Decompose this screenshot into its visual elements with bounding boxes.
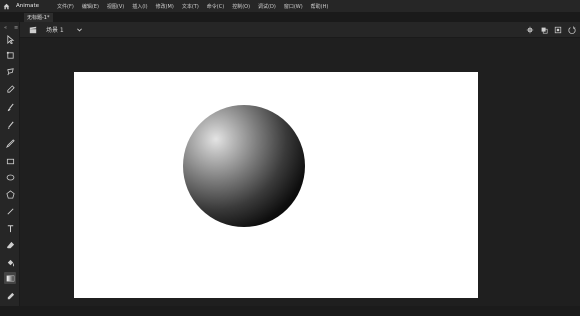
home-icon[interactable] (0, 0, 12, 12)
document-tab[interactable]: 无标题-1* (24, 13, 53, 22)
selection-tool-icon[interactable] (4, 33, 16, 45)
text-tool-icon[interactable] (4, 222, 16, 234)
tools-panel: « ≡ (0, 22, 20, 316)
pencil-tool-icon[interactable] (4, 137, 16, 149)
gradient-transform-tool-icon[interactable] (4, 272, 16, 284)
line-tool-icon[interactable] (4, 205, 16, 217)
eraser-tool-icon[interactable] (4, 239, 16, 251)
edit-symbol-icon[interactable] (539, 25, 548, 34)
app-name: Animate (16, 3, 40, 9)
pen-tool-icon[interactable] (4, 83, 16, 95)
menu-text[interactable]: 文本(T) (182, 3, 199, 10)
lasso-tool-icon[interactable] (4, 65, 16, 77)
polystar-tool-icon[interactable] (4, 188, 16, 200)
fluid-brush-tool-icon[interactable] (4, 101, 16, 113)
scene-bar: 场景 1 (20, 22, 580, 38)
menu-control[interactable]: 控制(O) (232, 3, 250, 10)
stage[interactable] (74, 72, 478, 298)
menu-window[interactable]: 窗口(W) (284, 3, 303, 10)
menu-modify[interactable]: 修改(M) (156, 3, 174, 10)
scene-toolbar-right (525, 25, 576, 34)
chevron-down-icon[interactable] (76, 26, 84, 34)
gradient-sphere[interactable] (183, 105, 305, 227)
menu-file[interactable]: 文件(F) (57, 3, 74, 10)
menu-insert[interactable]: 插入(I) (132, 3, 147, 10)
rotate-stage-icon[interactable] (567, 25, 576, 34)
panel-menu-icon[interactable]: ≡ (14, 25, 18, 31)
paint-bucket-tool-icon[interactable] (4, 257, 16, 269)
collapse-panel-icon[interactable]: « (4, 25, 7, 31)
menu-debug[interactable]: 调试(D) (258, 3, 276, 10)
menu-edit[interactable]: 编辑(E) (82, 3, 99, 10)
rectangle-tool-icon[interactable] (4, 155, 16, 167)
clip-content-icon[interactable] (553, 25, 562, 34)
bottom-panel-edge (0, 306, 580, 316)
scene-name[interactable]: 场景 1 (46, 25, 64, 34)
oval-tool-icon[interactable] (4, 171, 16, 183)
menu-bar: Animate 文件(F) 编辑(E) 视图(V) 插入(I) 修改(M) 文本… (0, 0, 580, 12)
document-tab-row: 无标题-1* (0, 12, 580, 22)
document-tab-label: 无标题-1* (27, 15, 50, 21)
menu-view[interactable]: 视图(V) (107, 3, 124, 10)
scene-clapper-icon[interactable] (28, 25, 38, 35)
menu-help[interactable]: 帮助(H) (311, 3, 329, 10)
brush-tool-icon[interactable] (4, 119, 16, 131)
eyedropper-tool-icon[interactable] (4, 290, 16, 302)
free-transform-tool-icon[interactable] (4, 49, 16, 61)
menu-commands[interactable]: 命令(C) (207, 3, 224, 10)
center-stage-icon[interactable] (525, 25, 534, 34)
